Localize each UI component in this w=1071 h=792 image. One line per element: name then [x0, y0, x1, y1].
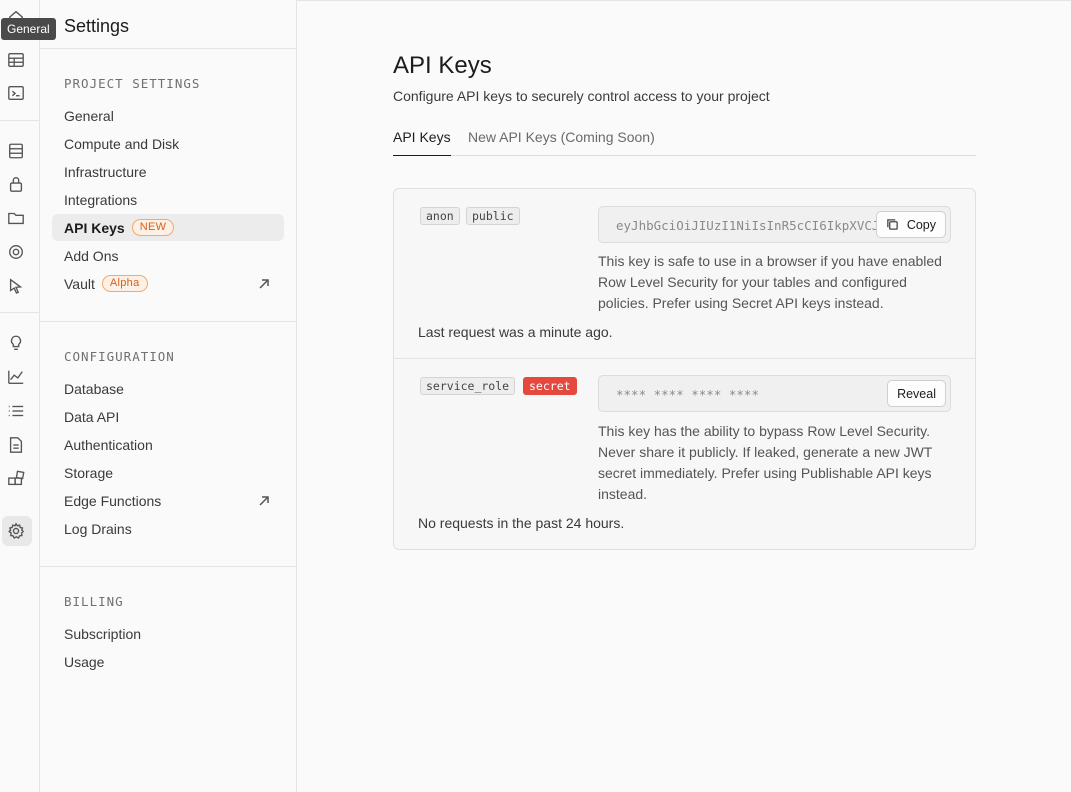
- api-docs-icon[interactable]: [6, 435, 26, 455]
- new-badge: NEW: [131, 219, 175, 236]
- sidebar-item-label: Vault: [64, 275, 95, 292]
- database-icon[interactable]: [6, 141, 26, 161]
- sidebar-item-data-api[interactable]: Data API: [52, 403, 284, 430]
- copy-icon: [887, 219, 898, 230]
- tag-anon: anon: [420, 207, 460, 225]
- edge-functions-icon[interactable]: [6, 276, 26, 296]
- sidebar-item-authentication[interactable]: Authentication: [52, 431, 284, 458]
- settings-sidebar: Settings PROJECT SETTINGS General Comput…: [40, 0, 297, 792]
- sidebar-title: Settings: [40, 0, 296, 49]
- reveal-button[interactable]: Reveal: [887, 380, 946, 407]
- tag-service-role: service_role: [420, 377, 516, 395]
- external-link-icon: [258, 494, 270, 506]
- sidebar-item-integrations[interactable]: Integrations: [52, 186, 284, 213]
- top-border: [297, 0, 1071, 1]
- anon-key-value: eyJhbGciOiJIUzI1NiIsInR5cCI6IkpXVCJ9: [616, 218, 887, 233]
- sidebar-divider: [40, 321, 297, 322]
- sidebar-item-label: Edge Functions: [64, 492, 162, 509]
- sidebar-item-label: Compute and Disk: [64, 135, 180, 152]
- tab-bar: API Keys New API Keys (Coming Soon): [393, 127, 976, 156]
- reports-chart-icon[interactable]: [6, 367, 26, 387]
- service-role-key-value: **** **** **** ****: [616, 387, 759, 402]
- sidebar-item-general[interactable]: General: [52, 102, 284, 129]
- card-divider: [394, 358, 975, 359]
- sidebar-item-api-keys[interactable]: API Keys NEW: [52, 214, 284, 241]
- sidebar-item-label: API Keys: [64, 219, 125, 236]
- logs-list-icon[interactable]: [6, 401, 26, 421]
- sidebar-item-label: Data API: [64, 408, 120, 425]
- page-title: API Keys: [393, 52, 492, 79]
- tag-secret: secret: [523, 377, 577, 395]
- realtime-icon[interactable]: [6, 242, 26, 262]
- sidebar-item-label: Log Drains: [64, 520, 132, 537]
- sidebar-item-infrastructure[interactable]: Infrastructure: [52, 158, 284, 185]
- reveal-button-label: Reveal: [897, 386, 936, 401]
- sidebar-item-label: Storage: [64, 464, 114, 481]
- sidebar-item-label: Authentication: [64, 436, 153, 453]
- sidebar-item-label: Subscription: [64, 625, 142, 642]
- section-heading-configuration: CONFIGURATION: [64, 349, 175, 364]
- sidebar-item-compute-and-disk[interactable]: Compute and Disk: [52, 130, 284, 157]
- general-tooltip: General: [1, 18, 56, 40]
- settings-gear-icon[interactable]: [6, 521, 26, 541]
- page-subtitle: Configure API keys to securely control a…: [393, 88, 770, 104]
- service-role-key-field[interactable]: **** **** **** **** Reveal: [598, 375, 951, 412]
- icon-rail: [0, 0, 40, 792]
- tab-new-api-keys[interactable]: New API Keys (Coming Soon): [468, 129, 655, 156]
- tag-public: public: [466, 207, 520, 225]
- sidebar-item-label: General: [64, 107, 114, 124]
- advisors-bulb-icon[interactable]: [6, 333, 26, 353]
- sidebar-item-vault[interactable]: Vault Alpha: [52, 270, 284, 297]
- sidebar-item-add-ons[interactable]: Add Ons: [52, 242, 284, 269]
- sidebar-item-subscription[interactable]: Subscription: [52, 620, 284, 647]
- auth-lock-icon[interactable]: [6, 174, 26, 194]
- sidebar-item-log-drains[interactable]: Log Drains: [52, 515, 284, 542]
- api-keys-card: anon public eyJhbGciOiJIUzI1NiIsInR5cCI6…: [393, 188, 976, 550]
- external-link-icon: [258, 277, 270, 289]
- service-role-key-description: This key has the ability to bypass Row L…: [598, 423, 933, 502]
- section-heading-project-settings: PROJECT SETTINGS: [64, 76, 201, 91]
- anon-key-description: This key is safe to use in a browser if …: [598, 253, 942, 311]
- sidebar-item-label: Database: [64, 380, 124, 397]
- anon-key-field[interactable]: eyJhbGciOiJIUzI1NiIsInR5cCI6IkpXVCJ9 Cop…: [598, 206, 951, 243]
- table-editor-icon[interactable]: [6, 50, 26, 70]
- sidebar-item-usage[interactable]: Usage: [52, 648, 284, 675]
- sidebar-item-database[interactable]: Database: [52, 375, 284, 402]
- sidebar-item-label: Add Ons: [64, 247, 119, 264]
- sidebar-item-label: Integrations: [64, 191, 138, 208]
- sql-editor-icon[interactable]: [6, 83, 26, 103]
- copy-button[interactable]: Copy: [875, 211, 946, 238]
- copy-button-label: Copy: [906, 217, 936, 232]
- rail-divider: [0, 120, 40, 121]
- sidebar-item-edge-functions[interactable]: Edge Functions: [52, 487, 284, 514]
- storage-folder-icon[interactable]: [6, 208, 26, 228]
- section-heading-billing: BILLING: [64, 594, 124, 609]
- sidebar-item-label: Usage: [64, 653, 105, 670]
- service-role-last-request: No requests in the past 24 hours.: [418, 515, 625, 531]
- alpha-badge: Alpha: [101, 275, 148, 292]
- anon-last-request: Last request was a minute ago.: [418, 324, 613, 340]
- sidebar-item-storage[interactable]: Storage: [52, 459, 284, 486]
- sidebar-item-label: Infrastructure: [64, 163, 147, 180]
- integrations-icon[interactable]: [6, 469, 26, 489]
- tab-api-keys[interactable]: API Keys: [393, 129, 451, 156]
- sidebar-divider: [40, 566, 297, 567]
- rail-divider: [0, 312, 40, 313]
